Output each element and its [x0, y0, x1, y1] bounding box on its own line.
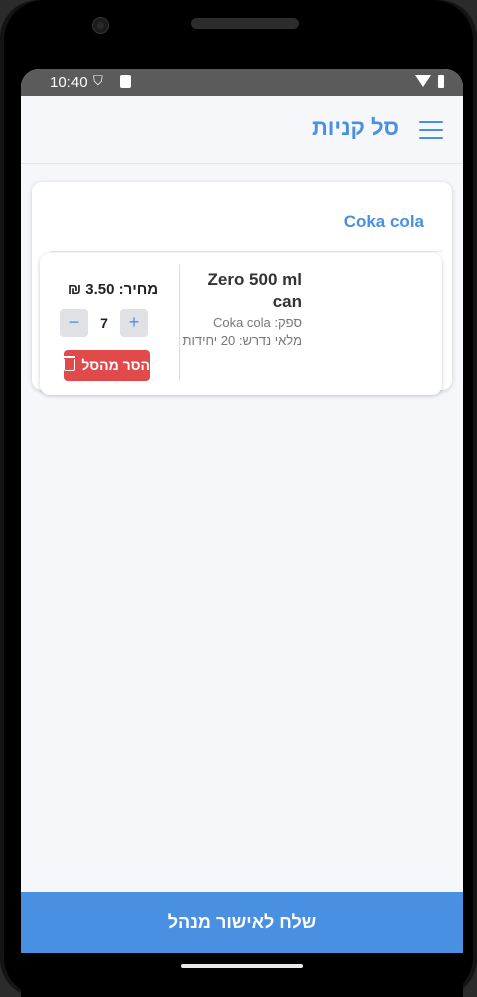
item-required-stock: מלאי נדרש: 20 יחידות	[182, 333, 302, 348]
status-time: 10:40	[50, 74, 88, 91]
system-nav-bar	[21, 953, 463, 997]
divider	[50, 251, 442, 252]
shield-icon: ⛉	[93, 73, 103, 88]
wifi-icon	[415, 75, 431, 87]
quantity-increase-button[interactable]: +	[120, 309, 148, 337]
hamburger-menu-icon[interactable]	[419, 121, 443, 139]
app-bar: סל קניות	[21, 96, 463, 164]
battery-icon	[438, 75, 444, 88]
item-price: מחיר: 3.50 ₪	[67, 281, 159, 298]
trash-icon	[61, 356, 75, 371]
earpiece-speaker	[191, 18, 299, 29]
quantity-decrease-button[interactable]: −	[60, 309, 88, 337]
item-supplier: ספק: Coka cola	[212, 315, 302, 330]
sd-card-icon	[120, 75, 131, 88]
supplier-name: Coka cola	[343, 212, 424, 231]
supplier-group-card: Coka cola Zero 500 ml can ספק: Coka cola…	[32, 182, 452, 395]
page-title: סל קניות	[312, 115, 399, 140]
status-bar: 10:40 ⛉	[21, 69, 463, 96]
app-screen: 10:40 ⛉ סל קניות Coka cola Zero 500 ml c…	[21, 69, 463, 953]
phone-frame: 10:40 ⛉ סל קניות Coka cola Zero 500 ml c…	[0, 0, 477, 997]
front-camera	[92, 17, 109, 34]
submit-for-approval-button[interactable]: שלח לאישור מנהל	[21, 892, 463, 953]
quantity-value: 7	[100, 315, 108, 331]
item-name: Zero 500 ml can	[207, 270, 303, 311]
vertical-divider	[179, 265, 180, 381]
remove-label: הסר מהסל	[81, 357, 150, 373]
cart-item-card: Zero 500 ml can ספק: Coka cola מלאי נדרש…	[40, 253, 442, 395]
home-indicator[interactable]	[181, 964, 303, 968]
remove-from-cart-button[interactable]: הסר מהסל	[61, 350, 150, 381]
